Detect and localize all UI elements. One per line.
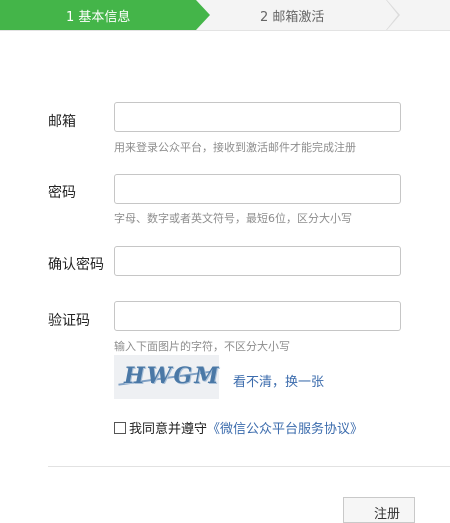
agreement-prefix: 我同意并遵守 <box>129 422 208 437</box>
email-label: 邮箱 <box>48 114 76 130</box>
password-hint: 字母、数字或者英文符号，最短6位，区分大小写 <box>114 212 352 225</box>
email-hint: 用来登录公众平台，接收到激活邮件才能完成注册 <box>114 141 356 154</box>
captcha-field[interactable] <box>114 301 401 331</box>
agreement-link[interactable]: 《微信公众平台服务协议》 <box>207 422 363 437</box>
step-arrow-divider <box>386 0 400 30</box>
step-basic-info: 1 基本信息 <box>0 0 210 30</box>
agreement-row: 我同意并遵守《微信公众平台服务协议》 <box>114 418 363 437</box>
register-button[interactable]: 注册 <box>343 497 415 523</box>
captcha-hint: 输入下面图片的字符，不区分大小写 <box>114 340 290 353</box>
confirm-password-label: 确认密码 <box>48 257 104 273</box>
password-label: 密码 <box>48 185 76 201</box>
refresh-captcha-link[interactable]: 看不清，换一张 <box>233 371 324 390</box>
password-field[interactable] <box>114 174 401 204</box>
email-field[interactable] <box>114 102 401 132</box>
step-basic-info-label: 1 基本信息 <box>66 10 131 25</box>
captcha-image-text: HWGM <box>124 363 221 389</box>
captcha-label: 验证码 <box>48 313 90 329</box>
step-email-activation-label: 2 邮箱激活 <box>260 10 325 25</box>
step-bar: 1 基本信息 2 邮箱激活 <box>0 0 450 31</box>
form-divider <box>48 466 450 467</box>
confirm-password-field[interactable] <box>114 246 401 276</box>
agreement-checkbox[interactable] <box>114 422 126 434</box>
captcha-image[interactable]: HWGM <box>114 355 219 399</box>
